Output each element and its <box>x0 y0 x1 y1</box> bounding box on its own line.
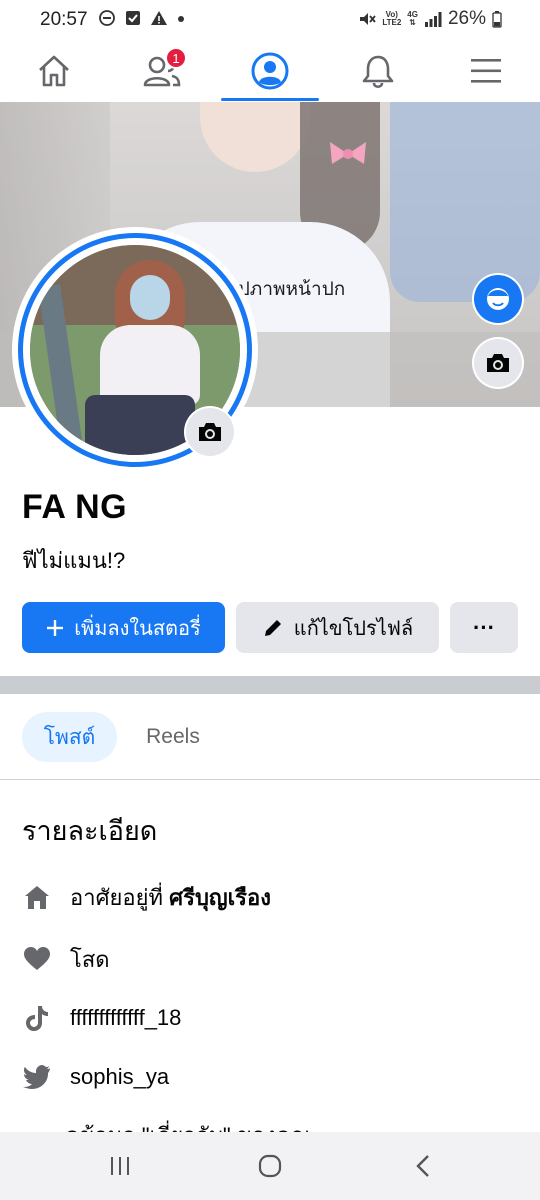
lives-place[interactable]: ศรีบุญเรือง <box>169 885 271 910</box>
lives-prefix: อาศัยอยู่ที่ <box>70 884 164 910</box>
nav-active-indicator <box>221 98 319 101</box>
avatar-face-icon <box>487 288 509 310</box>
twitter-icon <box>22 1062 52 1092</box>
home-button[interactable] <box>230 1132 310 1200</box>
add-to-story-label: เพิ่มลงในสตอรี่ <box>74 617 201 640</box>
tab-posts[interactable]: โพสต์ <box>22 712 117 762</box>
camera-icon <box>487 354 509 372</box>
detail-tiktok[interactable]: fffffffffffff_18 <box>22 1001 181 1035</box>
edit-cover-photo-button[interactable] <box>474 339 522 387</box>
status-bar: 20:57 Vo) LTE2 4G ⇅ 26% <box>0 0 540 40</box>
volte-indicator: Vo) LTE2 <box>382 11 401 27</box>
profile-name: FA NG <box>22 488 128 526</box>
back-button[interactable] <box>383 1132 463 1200</box>
mute-icon <box>360 13 377 25</box>
relationship-status: โสด <box>70 946 110 972</box>
dot-icon <box>178 16 184 22</box>
more-dots: ··· <box>473 614 495 640</box>
camera-icon <box>199 423 221 441</box>
edit-profile-label: แก้ไขโปรไฟล์ <box>293 617 414 640</box>
more-dots-icon: ••• <box>22 1123 45 1132</box>
nav-menu[interactable] <box>441 40 531 102</box>
status-right-icons: Vo) LTE2 4G ⇅ 26% <box>358 8 502 30</box>
see-about-label: ดูข้อมูล "เกี่ยวกับ" ของคุณ <box>65 1123 311 1132</box>
tabs-divider <box>0 779 540 780</box>
plus-icon <box>47 619 64 636</box>
home-filled-icon <box>22 882 52 912</box>
tab-reels[interactable]: Reels <box>130 712 216 762</box>
recents-icon <box>111 1157 129 1175</box>
status-time: 20:57 <box>40 9 88 30</box>
nav-profile[interactable] <box>225 40 315 102</box>
more-options-button[interactable]: ··· <box>450 602 518 653</box>
nav-friends[interactable] <box>117 40 207 102</box>
edit-profile-button[interactable]: แก้ไขโปรไฟล์ <box>236 602 439 653</box>
add-to-story-button[interactable]: เพิ่มลงในสตอรี่ <box>22 602 225 653</box>
detail-relationship: โสด <box>22 942 110 976</box>
tiktok-username: fffffffffffff_18 <box>70 1005 182 1030</box>
battery-percent: 26% <box>447 8 486 29</box>
system-nav-bar <box>0 1132 540 1200</box>
check-box-icon <box>126 11 140 25</box>
detail-twitter[interactable]: sophis_ya <box>22 1060 169 1094</box>
profile-icon <box>251 52 289 90</box>
bell-icon <box>362 55 394 89</box>
nav-home[interactable] <box>9 40 99 102</box>
warning-icon <box>151 11 167 25</box>
volte-bottom: LTE2 <box>382 18 402 27</box>
battery-icon <box>492 11 502 28</box>
network-type-indicator: 4G ⇅ <box>407 11 418 27</box>
signal-icon <box>424 12 442 27</box>
dnd-icon <box>99 10 115 26</box>
section-divider <box>0 676 540 694</box>
twitter-username: sophis_ya <box>70 1064 170 1089</box>
heart-icon <box>22 944 52 974</box>
home-circle-icon <box>258 1154 282 1178</box>
detail-see-about[interactable]: ••• ดูข้อมูล "เกี่ยวกับ" ของคุณ <box>22 1118 311 1132</box>
top-nav <box>0 40 540 102</box>
status-left-icons <box>98 9 186 27</box>
data-arrows-icon: ⇅ <box>409 18 416 27</box>
friends-notification-badge: 1 <box>165 47 187 69</box>
tiktok-icon <box>22 1003 52 1033</box>
nav-notifications[interactable] <box>333 40 423 102</box>
recent-apps-button[interactable] <box>80 1132 160 1200</box>
avatar-creator-button[interactable] <box>474 275 522 323</box>
home-icon <box>39 55 69 87</box>
profile-bio: ฟีไม่แมน!? <box>22 548 126 573</box>
detail-lives-in: อาศัยอยู่ที่ ศรีบุญเรือง <box>22 880 271 914</box>
hair-bow-icon <box>330 142 366 164</box>
details-heading: รายละเอียด <box>22 816 158 846</box>
edit-profile-picture-button[interactable] <box>186 408 234 456</box>
pencil-icon <box>264 619 281 636</box>
back-chevron-icon <box>416 1155 429 1177</box>
menu-icon <box>471 59 501 83</box>
